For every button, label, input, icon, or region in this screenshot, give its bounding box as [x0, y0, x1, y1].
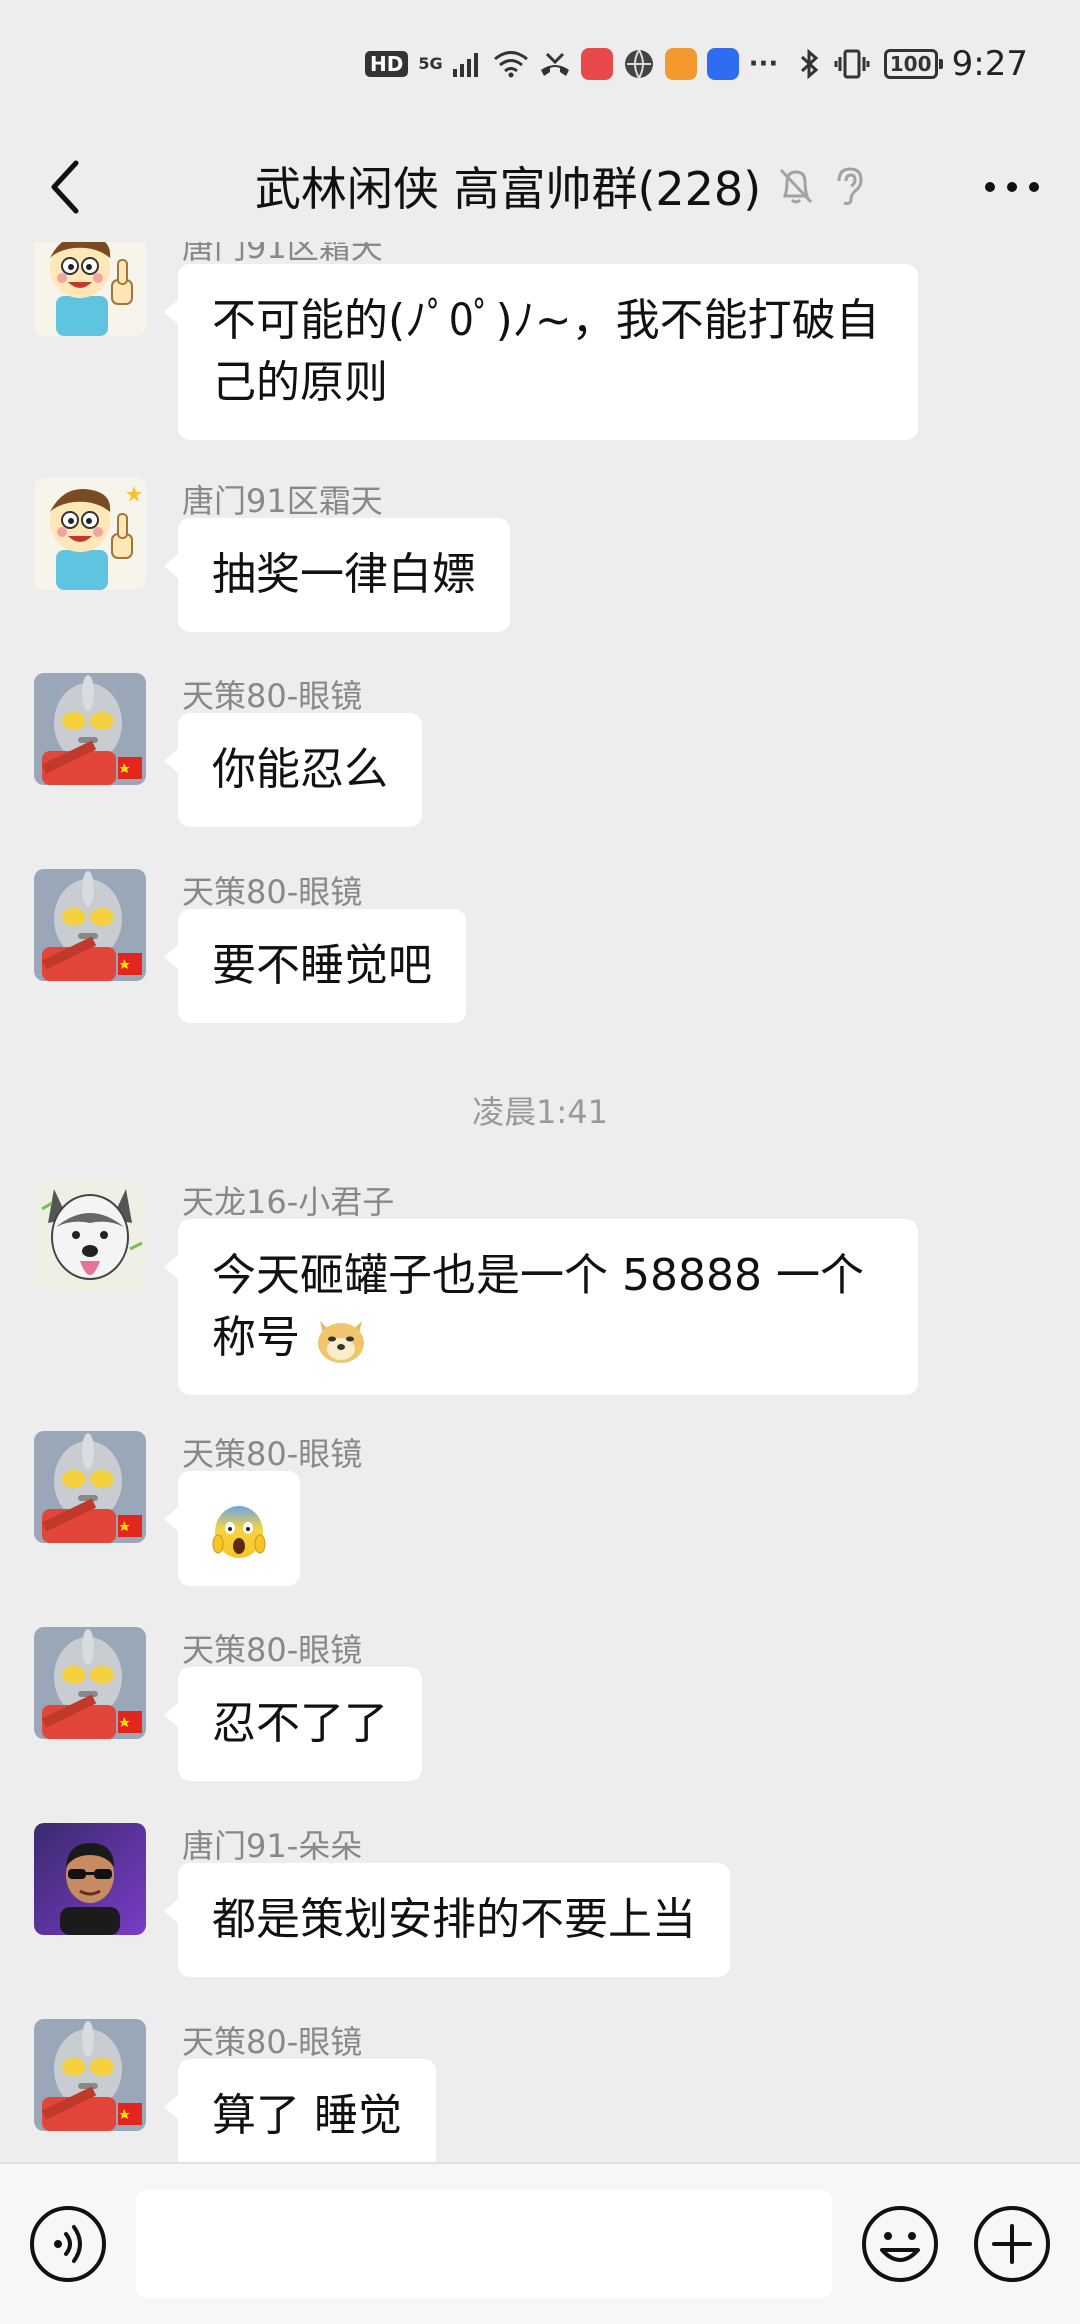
message-bubble[interactable]: 你能忍么 [164, 713, 422, 827]
ultraman-avatar-icon [34, 1431, 146, 1543]
sender-name: 唐门91-朵朵 [182, 1827, 363, 1865]
sender-name: 天龙16-小君子 [182, 1183, 395, 1221]
chat-title[interactable]: 武林闲侠 高富帅群(228) [255, 153, 761, 219]
browser-globe-icon [624, 49, 653, 79]
more-functions-button[interactable] [972, 2204, 1052, 2284]
cartoon-boy-thumbs-up-avatar-icon [34, 478, 146, 590]
wifi-icon [493, 51, 528, 78]
message-text: 今天砸罐子也是一个 58888 一个称号 [212, 1250, 864, 1363]
sender-avatar[interactable] [34, 1431, 146, 1543]
message-bubble[interactable]: 要不睡觉吧 [164, 909, 466, 1023]
mute-bell-icon [780, 168, 813, 204]
message-text: 抽奖一律白嫖 [212, 549, 476, 600]
time-separator: 凌晨1:41 [472, 1093, 608, 1131]
message-text: 你能忍么 [212, 744, 388, 795]
bluetooth-icon [800, 48, 818, 80]
ear-icon [837, 167, 863, 205]
sender-avatar[interactable] [34, 242, 146, 336]
ultraman-avatar-icon [34, 2019, 146, 2131]
message-bubble[interactable]: 今天砸罐子也是一个 58888 一个称号 [164, 1219, 918, 1395]
message-text: 要不睡觉吧 [212, 940, 432, 991]
sender-avatar[interactable] [34, 1823, 146, 1935]
sender-name: 天策80-眼镜 [182, 2023, 363, 2061]
input-bar [0, 2162, 1080, 2324]
message-text: 算了 睡觉 [212, 2090, 402, 2141]
cartoon-boy-thumbs-up-avatar-icon [34, 242, 146, 336]
network-type: 5G [418, 54, 443, 73]
sender-name: 天策80-眼镜 [182, 1631, 363, 1669]
ultraman-avatar-icon [34, 1627, 146, 1739]
sender-avatar[interactable] [34, 673, 146, 785]
battery-indicator: 100 [883, 49, 943, 79]
message-bubble[interactable]: 都是策划安排的不要上当 [164, 1863, 730, 1977]
missed-call-icon [540, 52, 569, 76]
message-bubble[interactable]: 抽奖一律白嫖 [164, 518, 510, 632]
sender-avatar[interactable] [34, 1179, 146, 1291]
status-time: 9:27 [951, 44, 1028, 84]
more-options-button[interactable] [974, 152, 1050, 222]
video-app-icon [664, 48, 697, 80]
status-icons-right: 100 9:27 [798, 44, 1028, 84]
signal-icon [452, 53, 478, 77]
person-sunglasses-avatar-icon [34, 1823, 146, 1935]
message-text: 忍不了了 [212, 1698, 388, 1749]
chat-message-list[interactable]: 唐门91区霜天 不可能的(ﾉﾟ0ﾟ)ﾉ~，我不能打破自己的原则 唐门91区霜天 … [0, 242, 1080, 2162]
message-bubble[interactable]: 忍不了了 [164, 1667, 422, 1781]
sender-name: 天策80-眼镜 [182, 677, 363, 715]
ultraman-avatar-icon [34, 869, 146, 981]
plus-circle-icon [974, 2206, 1050, 2282]
message-text: 不可能的(ﾉﾟ0ﾟ)ﾉ~，我不能打破自己的原则 [212, 295, 880, 408]
red-app-icon [580, 48, 613, 80]
voice-input-button[interactable] [28, 2204, 108, 2284]
status-icons-left: HD 5G ··· [365, 48, 778, 80]
sender-avatar[interactable] [34, 869, 146, 981]
message-bubble[interactable]: 不可能的(ﾉﾟ0ﾟ)ﾉ~，我不能打破自己的原则 [164, 264, 918, 440]
message-bubble[interactable] [164, 1471, 300, 1586]
status-bar: HD 5G ··· 100 9:27 [0, 0, 1080, 130]
sender-avatar[interactable] [34, 2019, 146, 2131]
emoji-button[interactable] [860, 2204, 940, 2284]
scream-emoji-icon [212, 1506, 266, 1558]
message-bubble[interactable]: 算了 睡觉 [164, 2059, 436, 2162]
husky-dog-avatar-icon [34, 1179, 146, 1291]
sender-name: 天策80-眼镜 [182, 873, 363, 911]
smiley-icon [862, 2206, 938, 2282]
chat-header: 武林闲侠 高富帅群(228) [0, 130, 1080, 242]
ultraman-avatar-icon [34, 673, 146, 785]
title-wrap: 武林闲侠 高富帅群(228) [0, 130, 1080, 242]
voice-wave-icon [30, 2206, 106, 2282]
more-dots-icon [985, 182, 1039, 192]
more-notifications: ··· [748, 49, 779, 79]
sender-name: 天策80-眼镜 [182, 1435, 363, 1473]
sender-name: 唐门91区霜天 [182, 482, 383, 520]
sender-avatar[interactable] [34, 478, 146, 590]
blue-app-icon [706, 48, 739, 80]
vibrate-icon [834, 49, 870, 79]
sender-avatar[interactable] [34, 1627, 146, 1739]
hd-indicator: HD [365, 51, 409, 77]
doge-emoji-icon [318, 1321, 364, 1363]
message-text: 都是策划安排的不要上当 [212, 1894, 696, 1945]
message-input[interactable] [136, 2190, 832, 2298]
